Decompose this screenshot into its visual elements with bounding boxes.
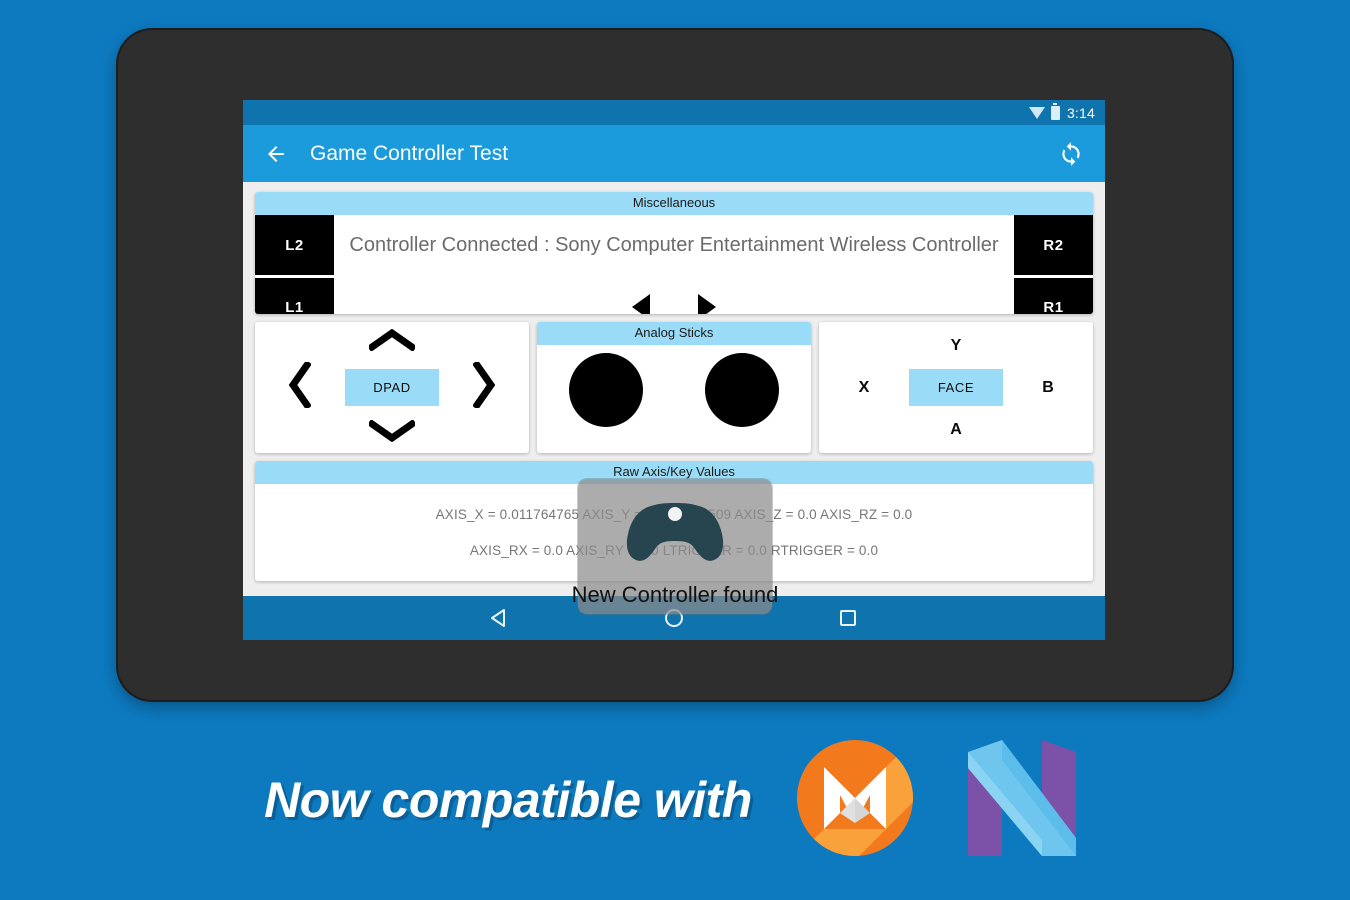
left-shoulder-buttons: L2 L1	[255, 215, 334, 314]
face-button-b[interactable]: B	[1042, 379, 1054, 397]
battery-icon	[1050, 102, 1060, 120]
analog-sticks-panel: Analog Sticks	[537, 322, 811, 453]
chevron-right-icon[interactable]	[472, 360, 496, 413]
gamepad-icon	[622, 497, 728, 568]
app-bar: Game Controller Test	[243, 125, 1105, 182]
status-bar-clock: 3:14	[1066, 104, 1095, 121]
select-start-arrows	[334, 276, 1014, 314]
promo-banner: Now compatible with	[0, 700, 1350, 900]
button-r1[interactable]: R1	[1014, 277, 1093, 314]
analog-sticks-header: Analog Sticks	[537, 322, 811, 346]
chevron-left-icon[interactable]	[288, 360, 312, 413]
triangle-right-icon[interactable]	[698, 293, 716, 314]
toast-message: New Controller found	[571, 582, 779, 607]
back-arrow-icon[interactable]	[261, 139, 291, 169]
miscellaneous-panel: Miscellaneous L2 L1 Controller Connected…	[255, 192, 1093, 314]
miscellaneous-center: Controller Connected : Sony Computer Ent…	[334, 215, 1014, 314]
banner-text: Now compatible with	[264, 772, 752, 828]
face-button-x[interactable]: X	[859, 379, 870, 397]
app-content: Miscellaneous L2 L1 Controller Connected…	[243, 182, 1105, 614]
toast-new-controller: New Controller found	[572, 479, 778, 614]
button-r2[interactable]: R2	[1014, 215, 1093, 275]
tablet-screen: 3:14 Game Controller Test Miscellaneous …	[243, 100, 1105, 640]
right-shoulder-buttons: R2 R1	[1014, 215, 1093, 314]
chevron-down-icon[interactable]	[367, 418, 417, 447]
nav-recents-icon[interactable]	[831, 601, 865, 635]
android-marshmallow-logo	[794, 737, 916, 864]
dpad-panel: DPAD	[255, 322, 529, 453]
miscellaneous-header: Miscellaneous	[255, 192, 1093, 216]
android-status-bar: 3:14	[243, 100, 1105, 125]
face-button-y[interactable]: Y	[951, 337, 962, 355]
triangle-left-icon[interactable]	[632, 293, 650, 314]
button-l1[interactable]: L1	[255, 277, 334, 314]
controller-status-text: Controller Connected : Sony Computer Ent…	[349, 234, 999, 257]
analog-stick-left-icon[interactable]	[569, 353, 643, 428]
chevron-up-icon[interactable]	[367, 328, 417, 356]
middle-panel-row: DPAD Analog Sticks Y X FACE B A	[255, 322, 1093, 453]
dpad-grid: DPAD	[255, 322, 529, 453]
analog-stick-right-icon[interactable]	[705, 353, 779, 428]
dpad-center-label[interactable]: DPAD	[345, 369, 439, 406]
face-buttons-grid: Y X FACE B A	[819, 322, 1093, 453]
miscellaneous-body: L2 L1 Controller Connected : Sony Comput…	[255, 215, 1093, 314]
face-buttons-panel: Y X FACE B A	[819, 322, 1093, 453]
refresh-sync-icon[interactable]	[1055, 138, 1087, 170]
analog-sticks-body	[537, 345, 811, 453]
page-title: Game Controller Test	[310, 141, 509, 165]
wifi-icon	[1028, 106, 1045, 119]
face-center-label[interactable]: FACE	[909, 369, 1003, 406]
button-l2[interactable]: L2	[255, 215, 334, 275]
nav-back-icon[interactable]	[483, 601, 517, 635]
face-button-a[interactable]: A	[950, 421, 962, 439]
android-nougat-logo	[958, 730, 1086, 871]
